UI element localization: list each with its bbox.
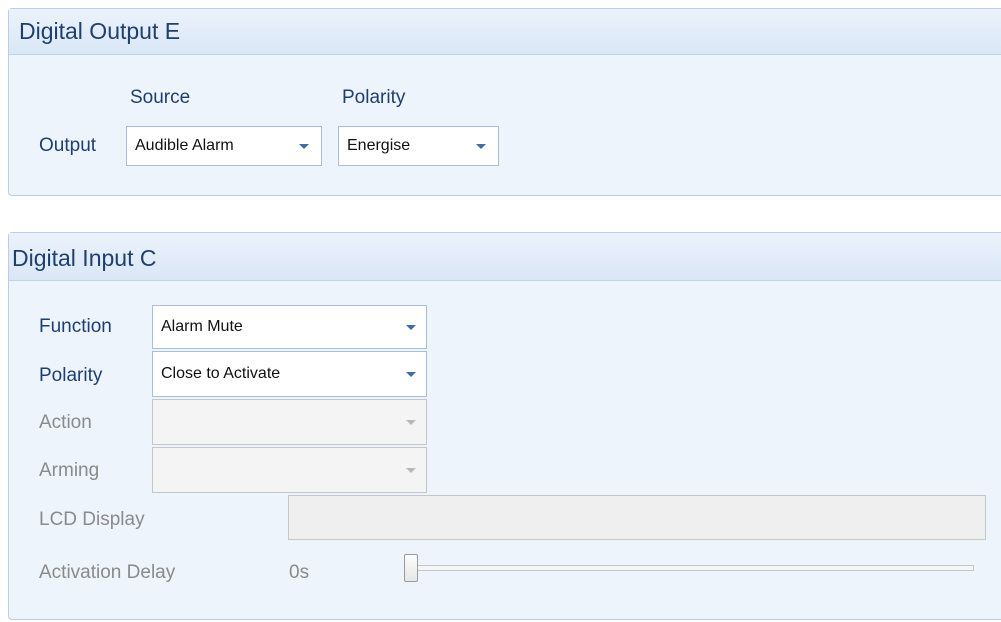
function-combobox[interactable]: Alarm Mute — [152, 305, 427, 349]
digital-input-panel: Digital Input C Function Alarm Mute Pola… — [8, 232, 1001, 620]
activation-delay-value: 0s — [289, 562, 310, 583]
chevron-down-icon[interactable] — [406, 372, 416, 377]
function-label: Function — [39, 316, 112, 337]
polarity-column-header: Polarity — [342, 87, 406, 108]
digital-output-title: Digital Output E — [19, 18, 181, 44]
action-combobox[interactable] — [152, 399, 427, 445]
action-label: Action — [39, 412, 92, 433]
activation-delay-slider-thumb[interactable] — [404, 554, 418, 582]
arming-label: Arming — [39, 460, 100, 481]
chevron-down-icon[interactable] — [406, 468, 416, 473]
chevron-down-icon[interactable] — [406, 325, 416, 330]
activation-delay-slider-track[interactable] — [413, 565, 974, 571]
function-combobox-value: Alarm Mute — [161, 318, 243, 335]
output-polarity-combobox[interactable]: Energise — [338, 126, 499, 166]
lcd-display-input[interactable] — [288, 495, 986, 540]
digital-output-panel: Digital Output E Source Polarity Output … — [8, 8, 1001, 196]
source-combobox-value: Audible Alarm — [135, 137, 234, 154]
activation-delay-label: Activation Delay — [39, 562, 176, 583]
chevron-down-icon[interactable] — [406, 420, 416, 425]
arming-combobox[interactable] — [152, 447, 427, 493]
chevron-down-icon[interactable] — [299, 144, 309, 149]
input-polarity-combobox-value: Close to Activate — [161, 365, 281, 382]
input-polarity-combobox[interactable]: Close to Activate — [152, 351, 427, 397]
digital-output-header: Digital Output E — [9, 9, 1001, 55]
source-combobox[interactable]: Audible Alarm — [126, 126, 322, 166]
digital-input-title: Digital Input C — [12, 245, 157, 271]
source-column-header: Source — [130, 87, 191, 108]
digital-input-header: Digital Input C — [9, 233, 1001, 281]
lcd-display-label: LCD Display — [39, 509, 145, 530]
output-row-label: Output — [39, 135, 97, 156]
chevron-down-icon[interactable] — [476, 144, 486, 149]
output-polarity-combobox-value: Energise — [347, 137, 411, 154]
polarity-label: Polarity — [39, 365, 103, 386]
